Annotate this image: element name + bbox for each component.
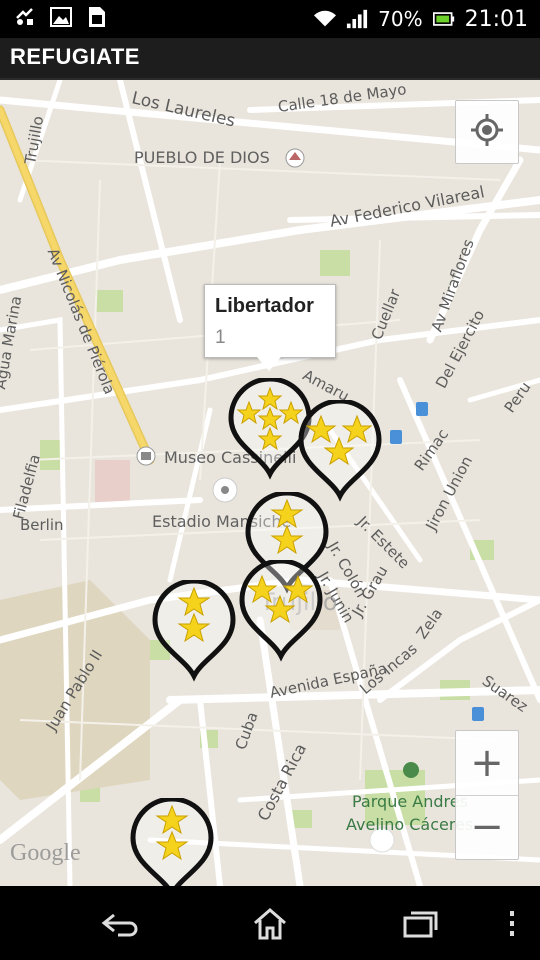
park-label: Parque Andres xyxy=(352,792,468,811)
app-title: REFUGIATE xyxy=(10,44,140,69)
google-attribution: Google xyxy=(10,840,81,866)
refuge-marker[interactable] xyxy=(151,578,237,684)
info-title: Libertador xyxy=(215,295,314,317)
home-icon xyxy=(254,908,286,940)
navigation-bar xyxy=(0,886,540,960)
battery-percent: 70% xyxy=(378,7,423,31)
my-location-button[interactable] xyxy=(455,100,519,164)
refuge-marker[interactable] xyxy=(238,558,324,664)
zoom-out-button[interactable]: − xyxy=(456,795,518,859)
signal-icon xyxy=(346,8,368,30)
place-label: PUEBLO DE DIOS xyxy=(134,148,270,167)
zoom-in-button[interactable]: + xyxy=(456,731,518,796)
map-view[interactable]: Los Laureles Calle 18 de Mayo Trujillo P… xyxy=(0,80,540,886)
home-button[interactable] xyxy=(248,904,292,944)
usb-debug-icon xyxy=(14,6,36,28)
image-icon xyxy=(50,6,72,28)
recent-apps-icon xyxy=(403,911,438,938)
back-button[interactable] xyxy=(98,904,142,944)
battery-icon xyxy=(432,8,455,30)
marker-info-window[interactable]: Libertador 1 xyxy=(204,284,336,371)
back-icon xyxy=(101,913,138,937)
status-bar: 70% 21:01 xyxy=(0,0,540,38)
overflow-menu-button[interactable] xyxy=(490,904,534,944)
refuge-marker[interactable] xyxy=(297,398,383,504)
wifi-icon xyxy=(314,8,337,30)
overflow-menu-icon xyxy=(510,911,514,936)
street-label: Berlin xyxy=(20,516,64,534)
action-bar: REFUGIATE xyxy=(0,38,540,80)
refuge-marker[interactable] xyxy=(129,796,215,886)
crosshair-icon xyxy=(470,113,504,151)
clock: 21:01 xyxy=(464,6,528,32)
sim-icon xyxy=(86,6,108,28)
info-value: 1 xyxy=(215,327,226,348)
zoom-controls: + − xyxy=(455,730,519,860)
recent-apps-button[interactable] xyxy=(398,904,442,944)
